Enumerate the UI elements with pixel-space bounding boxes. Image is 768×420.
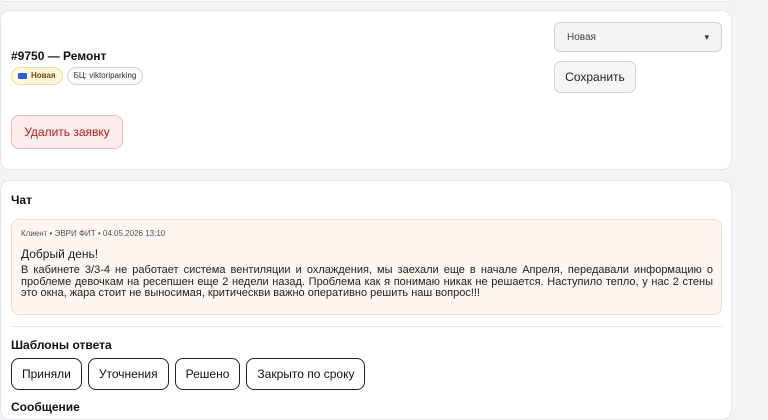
message-greeting: Добрый день! [21, 247, 99, 261]
status-flag-icon [18, 73, 27, 79]
template-accepted-button[interactable]: Приняли [11, 358, 82, 390]
ticket-title: #9750 — Ремонт [11, 49, 107, 63]
chat-card: Чат Клиент • ЭВРИ ФИТ • 04.05.2026 13:10… [0, 180, 732, 420]
previous-card [0, 0, 732, 2]
ticket-badges: Новая БЦ: viktoriparking [11, 67, 144, 85]
chevron-down-icon: ▾ [704, 31, 709, 42]
templates-row: Приняли Уточнения Решено Закрыто по срок… [11, 358, 366, 390]
divider [11, 326, 722, 327]
ticket-card: #9750 — Ремонт Новая БЦ: viktoriparking … [0, 10, 732, 170]
message-meta: Клиент • ЭВРИ ФИТ • 04.05.2026 13:10 [21, 229, 166, 238]
delete-ticket-button[interactable]: Удалить заявку [11, 115, 123, 149]
template-clarifications-button[interactable]: Уточнения [87, 358, 169, 390]
chat-message: Клиент • ЭВРИ ФИТ • 04.05.2026 13:10 Доб… [11, 219, 722, 315]
message-label: Сообщение [11, 400, 80, 414]
template-closed-button[interactable]: Закрыто по сроку [246, 358, 366, 390]
templates-title: Шаблоны ответа [11, 338, 112, 352]
template-resolved-button[interactable]: Решено [174, 358, 241, 390]
chat-title: Чат [11, 193, 32, 207]
bc-badge: БЦ: viktoriparking [66, 67, 144, 85]
message-body: В кабинете 3/3-4 не работает система вен… [21, 264, 713, 299]
status-badge-label: Новая [31, 71, 56, 80]
status-select-value: Новая [567, 31, 596, 43]
save-button[interactable]: Сохранить [554, 61, 636, 93]
status-badge: Новая [11, 67, 63, 85]
status-select[interactable]: Новая ▾ [554, 22, 722, 52]
